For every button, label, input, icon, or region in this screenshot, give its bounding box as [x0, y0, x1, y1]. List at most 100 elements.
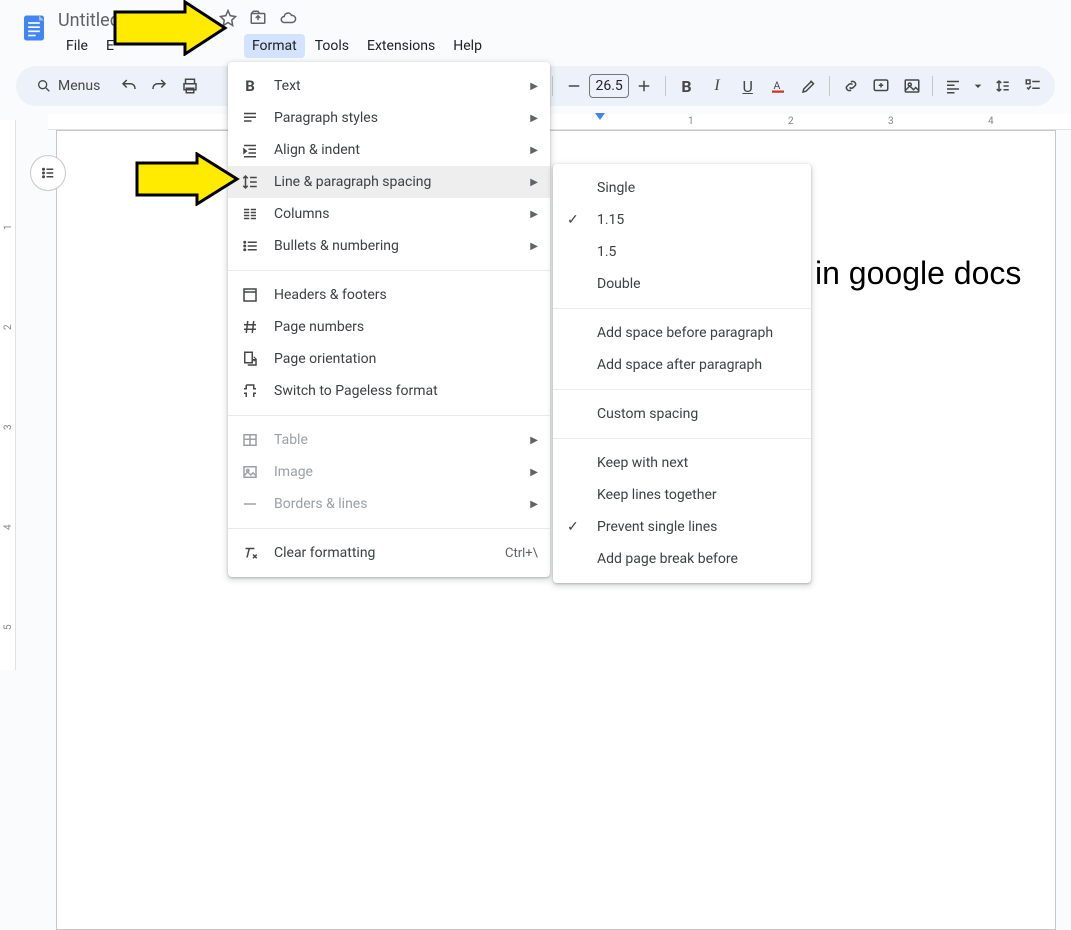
- menus-label: Menus: [58, 78, 100, 94]
- label: Image: [274, 464, 313, 480]
- checklist-button[interactable]: [1018, 71, 1047, 101]
- submenu-arrow-icon: ▶: [530, 81, 538, 92]
- format-headers-footers[interactable]: Headers & footers: [228, 279, 550, 311]
- docs-logo[interactable]: [16, 10, 52, 46]
- document-body-text[interactable]: in google docs: [815, 255, 1021, 292]
- menubar: File E Format Tools Extensions Help: [58, 34, 1055, 58]
- menus-search[interactable]: Menus: [24, 74, 112, 98]
- highlight-button[interactable]: [795, 71, 824, 101]
- undo-button[interactable]: [114, 71, 143, 101]
- submenu-arrow-icon: ▶: [530, 209, 538, 220]
- show-outline-button[interactable]: [30, 155, 66, 191]
- print-button[interactable]: [176, 71, 205, 101]
- menu-tools[interactable]: Tools: [307, 34, 357, 58]
- spacing-keep-next[interactable]: Keep with next: [553, 447, 811, 479]
- format-align-indent[interactable]: Align & indent ▶: [228, 134, 550, 166]
- label: Single: [597, 180, 635, 196]
- align-button[interactable]: [939, 71, 968, 101]
- ruler-vertical[interactable]: 1 2 3 4 5: [0, 120, 16, 670]
- submenu-arrow-icon: ▶: [530, 241, 538, 252]
- paragraph-icon: [240, 108, 260, 128]
- line-spacing-submenu: Single ✓ 1.15 1.5 Double Add space befor…: [553, 164, 811, 583]
- comment-button[interactable]: [867, 71, 896, 101]
- line-spacing-icon: [240, 172, 260, 192]
- columns-icon: [240, 204, 260, 224]
- spacing-page-break-before[interactable]: Add page break before: [553, 543, 811, 575]
- format-switch-pageless[interactable]: Switch to Pageless format: [228, 375, 550, 407]
- format-bullets-numbering[interactable]: Bullets & numbering ▶: [228, 230, 550, 262]
- title-area: Untitled document File E Format Tools Ex…: [58, 8, 1055, 58]
- label: Table: [274, 432, 308, 448]
- label: 1.15: [597, 212, 624, 228]
- format-page-orientation[interactable]: Page orientation: [228, 343, 550, 375]
- format-borders-lines[interactable]: Borders & lines ▶: [228, 488, 550, 520]
- spacing-keep-together[interactable]: Keep lines together: [553, 479, 811, 511]
- label: 1.5: [597, 244, 616, 260]
- separator: [829, 76, 830, 96]
- spacing-double[interactable]: Double: [553, 268, 811, 300]
- spacing-custom[interactable]: Custom spacing: [553, 398, 811, 430]
- bold-button[interactable]: B: [672, 71, 701, 101]
- indent-marker[interactable]: [594, 112, 606, 127]
- bold-icon: B: [240, 76, 260, 96]
- label: Page orientation: [274, 351, 376, 367]
- align-dropdown-icon[interactable]: [970, 71, 986, 101]
- text-color-button[interactable]: A: [764, 71, 793, 101]
- font-size-input[interactable]: 26.5: [589, 74, 629, 98]
- format-text[interactable]: B Text ▶: [228, 70, 550, 102]
- redo-button[interactable]: [145, 71, 174, 101]
- hash-icon: [240, 317, 260, 337]
- separator: [553, 438, 811, 439]
- spacing-add-before[interactable]: Add space before paragraph: [553, 317, 811, 349]
- spacing-add-after[interactable]: Add space after paragraph: [553, 349, 811, 381]
- document-title[interactable]: Untitled document: [58, 10, 205, 31]
- move-icon[interactable]: [249, 9, 267, 31]
- table-icon: [240, 430, 260, 450]
- star-icon[interactable]: [219, 9, 237, 31]
- label: Add page break before: [597, 551, 738, 567]
- menu-help[interactable]: Help: [445, 34, 490, 58]
- label: Line & paragraph spacing: [274, 174, 431, 190]
- submenu-arrow-icon: ▶: [530, 435, 538, 446]
- italic-button[interactable]: I: [703, 71, 732, 101]
- ruler-horizontal[interactable]: 1 2 3 4: [48, 114, 1071, 130]
- format-paragraph-styles[interactable]: Paragraph styles ▶: [228, 102, 550, 134]
- submenu-arrow-icon: ▶: [530, 145, 538, 156]
- separator: [553, 308, 811, 309]
- list-icon: [240, 236, 260, 256]
- spacing-prevent-single[interactable]: ✓ Prevent single lines: [553, 511, 811, 543]
- font-size-increase[interactable]: [629, 71, 659, 101]
- label: Keep lines together: [597, 487, 717, 503]
- label: Prevent single lines: [597, 519, 717, 535]
- ruler-tick: 4: [988, 116, 994, 127]
- menu-format[interactable]: Format: [244, 34, 305, 58]
- label: Columns: [274, 206, 329, 222]
- label: Clear formatting: [274, 545, 375, 561]
- menu-edit[interactable]: E: [98, 34, 122, 58]
- format-image[interactable]: Image ▶: [228, 456, 550, 488]
- ruler-tick: 3: [888, 116, 894, 127]
- link-button[interactable]: [836, 71, 865, 101]
- format-table[interactable]: Table ▶: [228, 424, 550, 456]
- spacing-115[interactable]: ✓ 1.15: [553, 204, 811, 236]
- pageless-icon: [240, 381, 260, 401]
- image-button[interactable]: [897, 71, 926, 101]
- label: Add space after paragraph: [597, 357, 762, 373]
- cloud-icon[interactable]: [279, 9, 297, 31]
- label: Borders & lines: [274, 496, 367, 512]
- format-columns[interactable]: Columns ▶: [228, 198, 550, 230]
- spacing-single[interactable]: Single: [553, 172, 811, 204]
- font-size-decrease[interactable]: [559, 71, 589, 101]
- line-spacing-button[interactable]: [988, 71, 1017, 101]
- underline-button[interactable]: U: [733, 71, 762, 101]
- shortcut: Ctrl+\: [505, 546, 538, 561]
- label: Add space before paragraph: [597, 325, 773, 341]
- label: Custom spacing: [597, 406, 698, 422]
- spacing-15[interactable]: 1.5: [553, 236, 811, 268]
- format-line-spacing[interactable]: Line & paragraph spacing ▶: [228, 166, 550, 198]
- format-page-numbers[interactable]: Page numbers: [228, 311, 550, 343]
- header: Untitled document File E Format Tools Ex…: [0, 0, 1071, 58]
- menu-file[interactable]: File: [58, 34, 96, 58]
- menu-extensions[interactable]: Extensions: [359, 34, 443, 58]
- format-clear-formatting[interactable]: Clear formatting Ctrl+\: [228, 537, 550, 569]
